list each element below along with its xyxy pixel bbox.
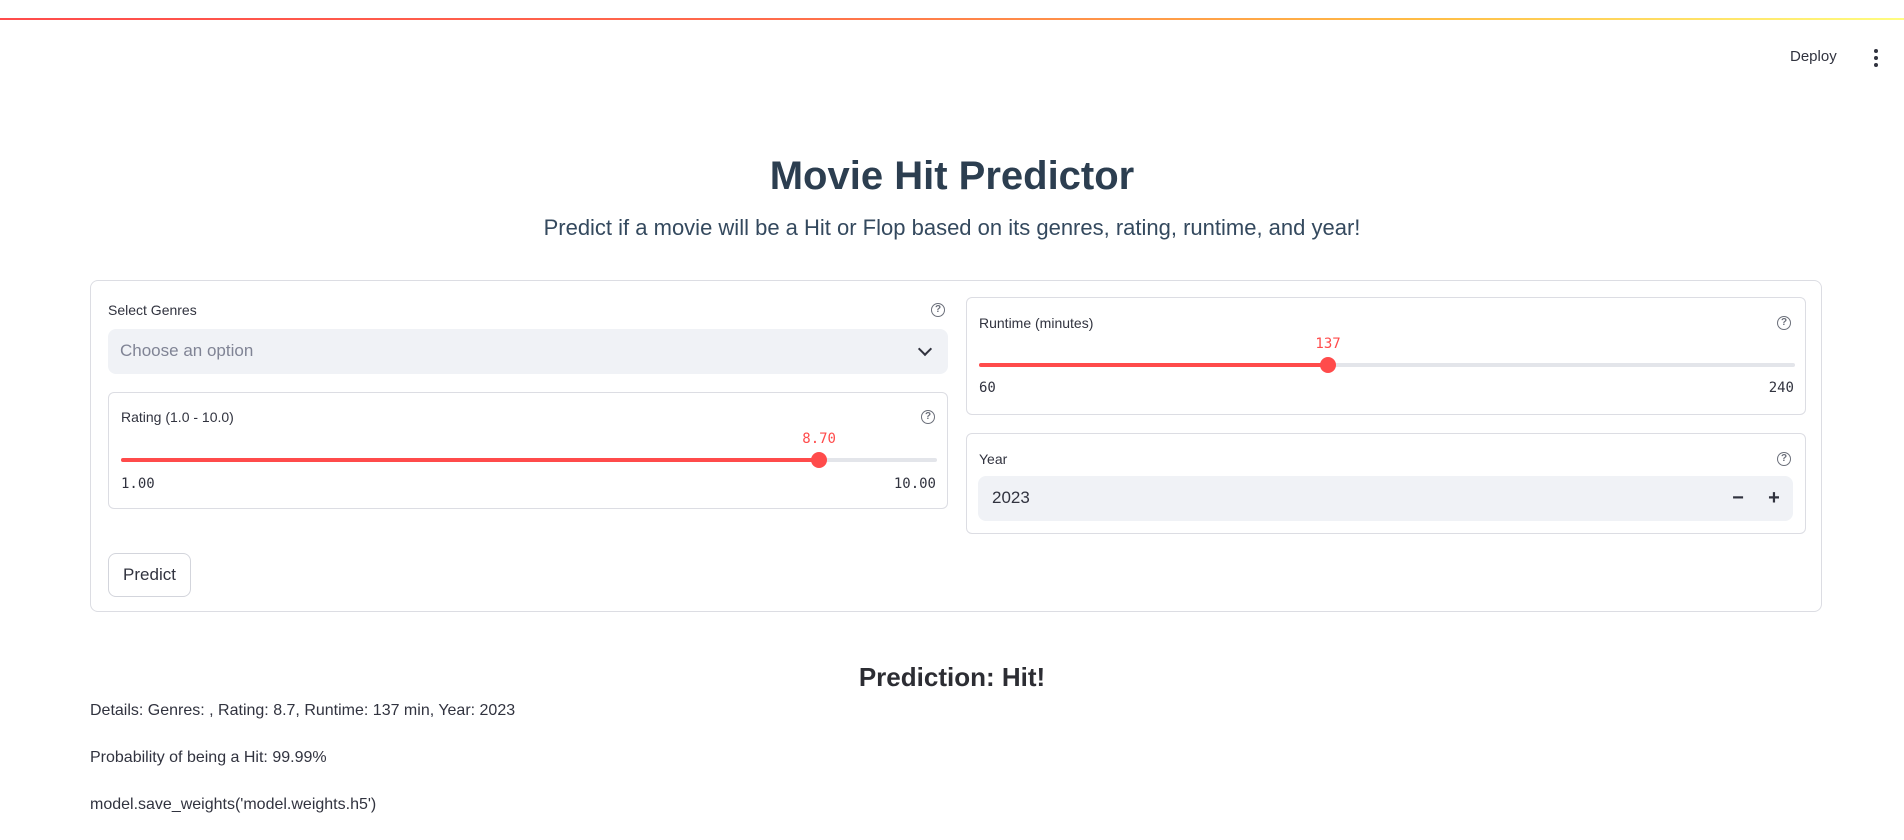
runtime-slider-fill — [979, 363, 1329, 367]
question-circle-icon[interactable]: ? — [931, 303, 945, 317]
rating-card: Rating (1.0 - 10.0) ? 8.70 1.00 10.00 — [108, 392, 948, 509]
prediction-probability: Probability of being a Hit: 99.99% — [90, 749, 327, 766]
runtime-slider-thumb[interactable] — [1320, 357, 1337, 373]
runtime-max: 240 — [1768, 380, 1794, 396]
year-label: Year — [979, 451, 1008, 467]
runtime-min: 60 — [979, 380, 996, 396]
increment-button[interactable]: + — [1759, 484, 1789, 514]
prediction-heading: Prediction: Hit! — [858, 662, 1046, 692]
chevron-down-icon — [917, 341, 933, 357]
question-circle-icon[interactable]: ? — [1777, 452, 1791, 466]
rating-max: 10.00 — [893, 476, 936, 492]
question-circle-icon[interactable]: ? — [1777, 316, 1791, 330]
question-circle-icon[interactable]: ? — [921, 410, 935, 424]
page-subtitle: Predict if a movie will be a Hit or Flop… — [543, 215, 1361, 240]
prediction-details: Details: Genres: , Rating: 8.7, Runtime:… — [90, 702, 516, 719]
page-title: Movie Hit Predictor — [769, 154, 1135, 198]
predict-button[interactable]: Predict — [108, 553, 191, 597]
rating-slider-fill — [121, 458, 820, 462]
runtime-slider[interactable]: 137 — [979, 336, 1795, 373]
genres-placeholder: Choose an option — [120, 341, 254, 360]
year-number-input[interactable]: 2023 − + — [978, 476, 1793, 521]
rating-slider[interactable]: 8.70 — [121, 431, 937, 468]
year-value[interactable]: 2023 — [992, 488, 1030, 508]
vertical-dots-icon[interactable] — [1872, 49, 1880, 67]
decrement-button[interactable]: − — [1723, 484, 1753, 514]
runtime-value: 137 — [1315, 336, 1341, 352]
deploy-button[interactable]: Deploy — [1790, 48, 1837, 65]
header-decoration-bar — [0, 18, 1904, 20]
rating-slider-thumb[interactable] — [811, 452, 828, 468]
runtime-label: Runtime (minutes) — [979, 315, 1094, 331]
genres-label: Select Genres — [108, 302, 197, 318]
rating-min: 1.00 — [121, 476, 155, 492]
genres-multiselect[interactable]: Choose an option — [108, 329, 948, 374]
rating-value: 8.70 — [802, 431, 836, 447]
code-output: model.save_weights('model.weights.h5') — [90, 796, 377, 813]
runtime-card: Runtime (minutes) ? 137 60 240 — [966, 297, 1806, 415]
rating-label: Rating (1.0 - 10.0) — [121, 409, 234, 425]
